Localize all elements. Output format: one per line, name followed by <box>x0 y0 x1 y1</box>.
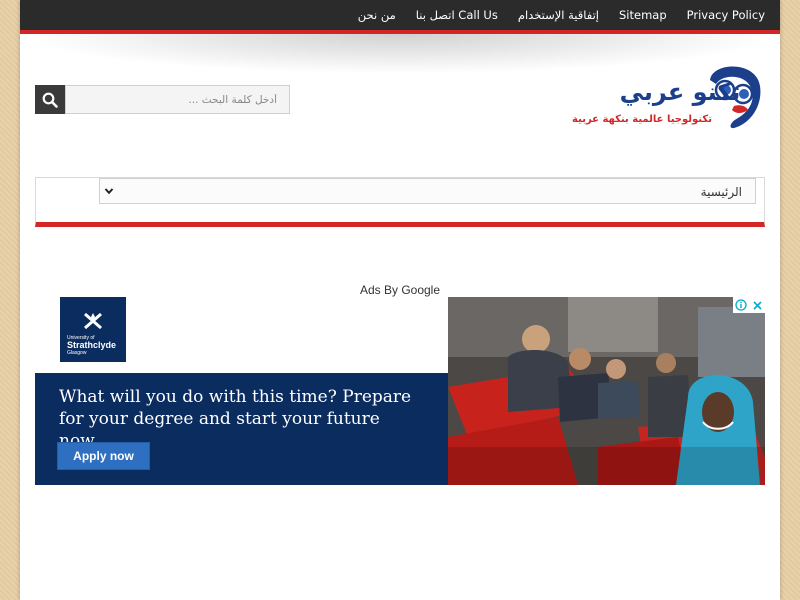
logo-city: Glasgow <box>67 350 87 356</box>
chevron-down-icon <box>104 188 114 195</box>
sitemap-link[interactable]: Sitemap <box>619 8 667 22</box>
apply-now-button[interactable]: Apply now <box>57 442 150 470</box>
search-icon <box>42 92 58 108</box>
logo-mascot-icon: تكنو عربي تكنولوجيا عالمية بنكهة عربية <box>572 66 761 129</box>
terms-link[interactable]: إتفاقية الإستخدام <box>518 8 599 22</box>
search-input[interactable] <box>65 85 290 114</box>
adchoices-badge[interactable] <box>733 297 765 313</box>
search-button[interactable] <box>35 85 65 114</box>
svg-text:تكنولوجيا عالمية بنكهة عربية: تكنولوجيا عالمية بنكهة عربية <box>572 114 712 125</box>
main-nav: الرئيسية <box>35 177 765 227</box>
university-logo[interactable]: University of Strathclyde Glasgow <box>60 297 126 362</box>
crest-icon <box>84 312 102 330</box>
top-bar: Privacy Policy Sitemap إتفاقية الإستخدام… <box>20 0 780 34</box>
info-icon <box>735 299 747 311</box>
about-link[interactable]: من نحن <box>358 8 396 22</box>
ad-banner[interactable]: University of Strathclyde Glasgow What w… <box>35 297 765 485</box>
top-nav-links: Privacy Policy Sitemap إتفاقية الإستخدام… <box>358 0 765 30</box>
ad-header-strip: University of Strathclyde Glasgow <box>35 297 448 373</box>
site-logo[interactable]: تكنو عربي تكنولوجيا عالمية بنكهة عربية <box>560 58 765 133</box>
nav-menu-select[interactable]: الرئيسية <box>99 178 756 204</box>
ad-photo-image <box>448 297 765 485</box>
nav-selected-label: الرئيسية <box>700 185 742 199</box>
ads-label: Ads By Google <box>359 283 441 297</box>
page-container: Privacy Policy Sitemap إتفاقية الإستخدام… <box>20 0 780 600</box>
close-icon <box>753 300 762 310</box>
privacy-policy-link[interactable]: Privacy Policy <box>687 8 765 22</box>
search-form <box>35 85 290 114</box>
contact-link[interactable]: اتصل بنا Call Us <box>416 8 498 22</box>
svg-text:تكنو عربي: تكنو عربي <box>620 78 741 106</box>
